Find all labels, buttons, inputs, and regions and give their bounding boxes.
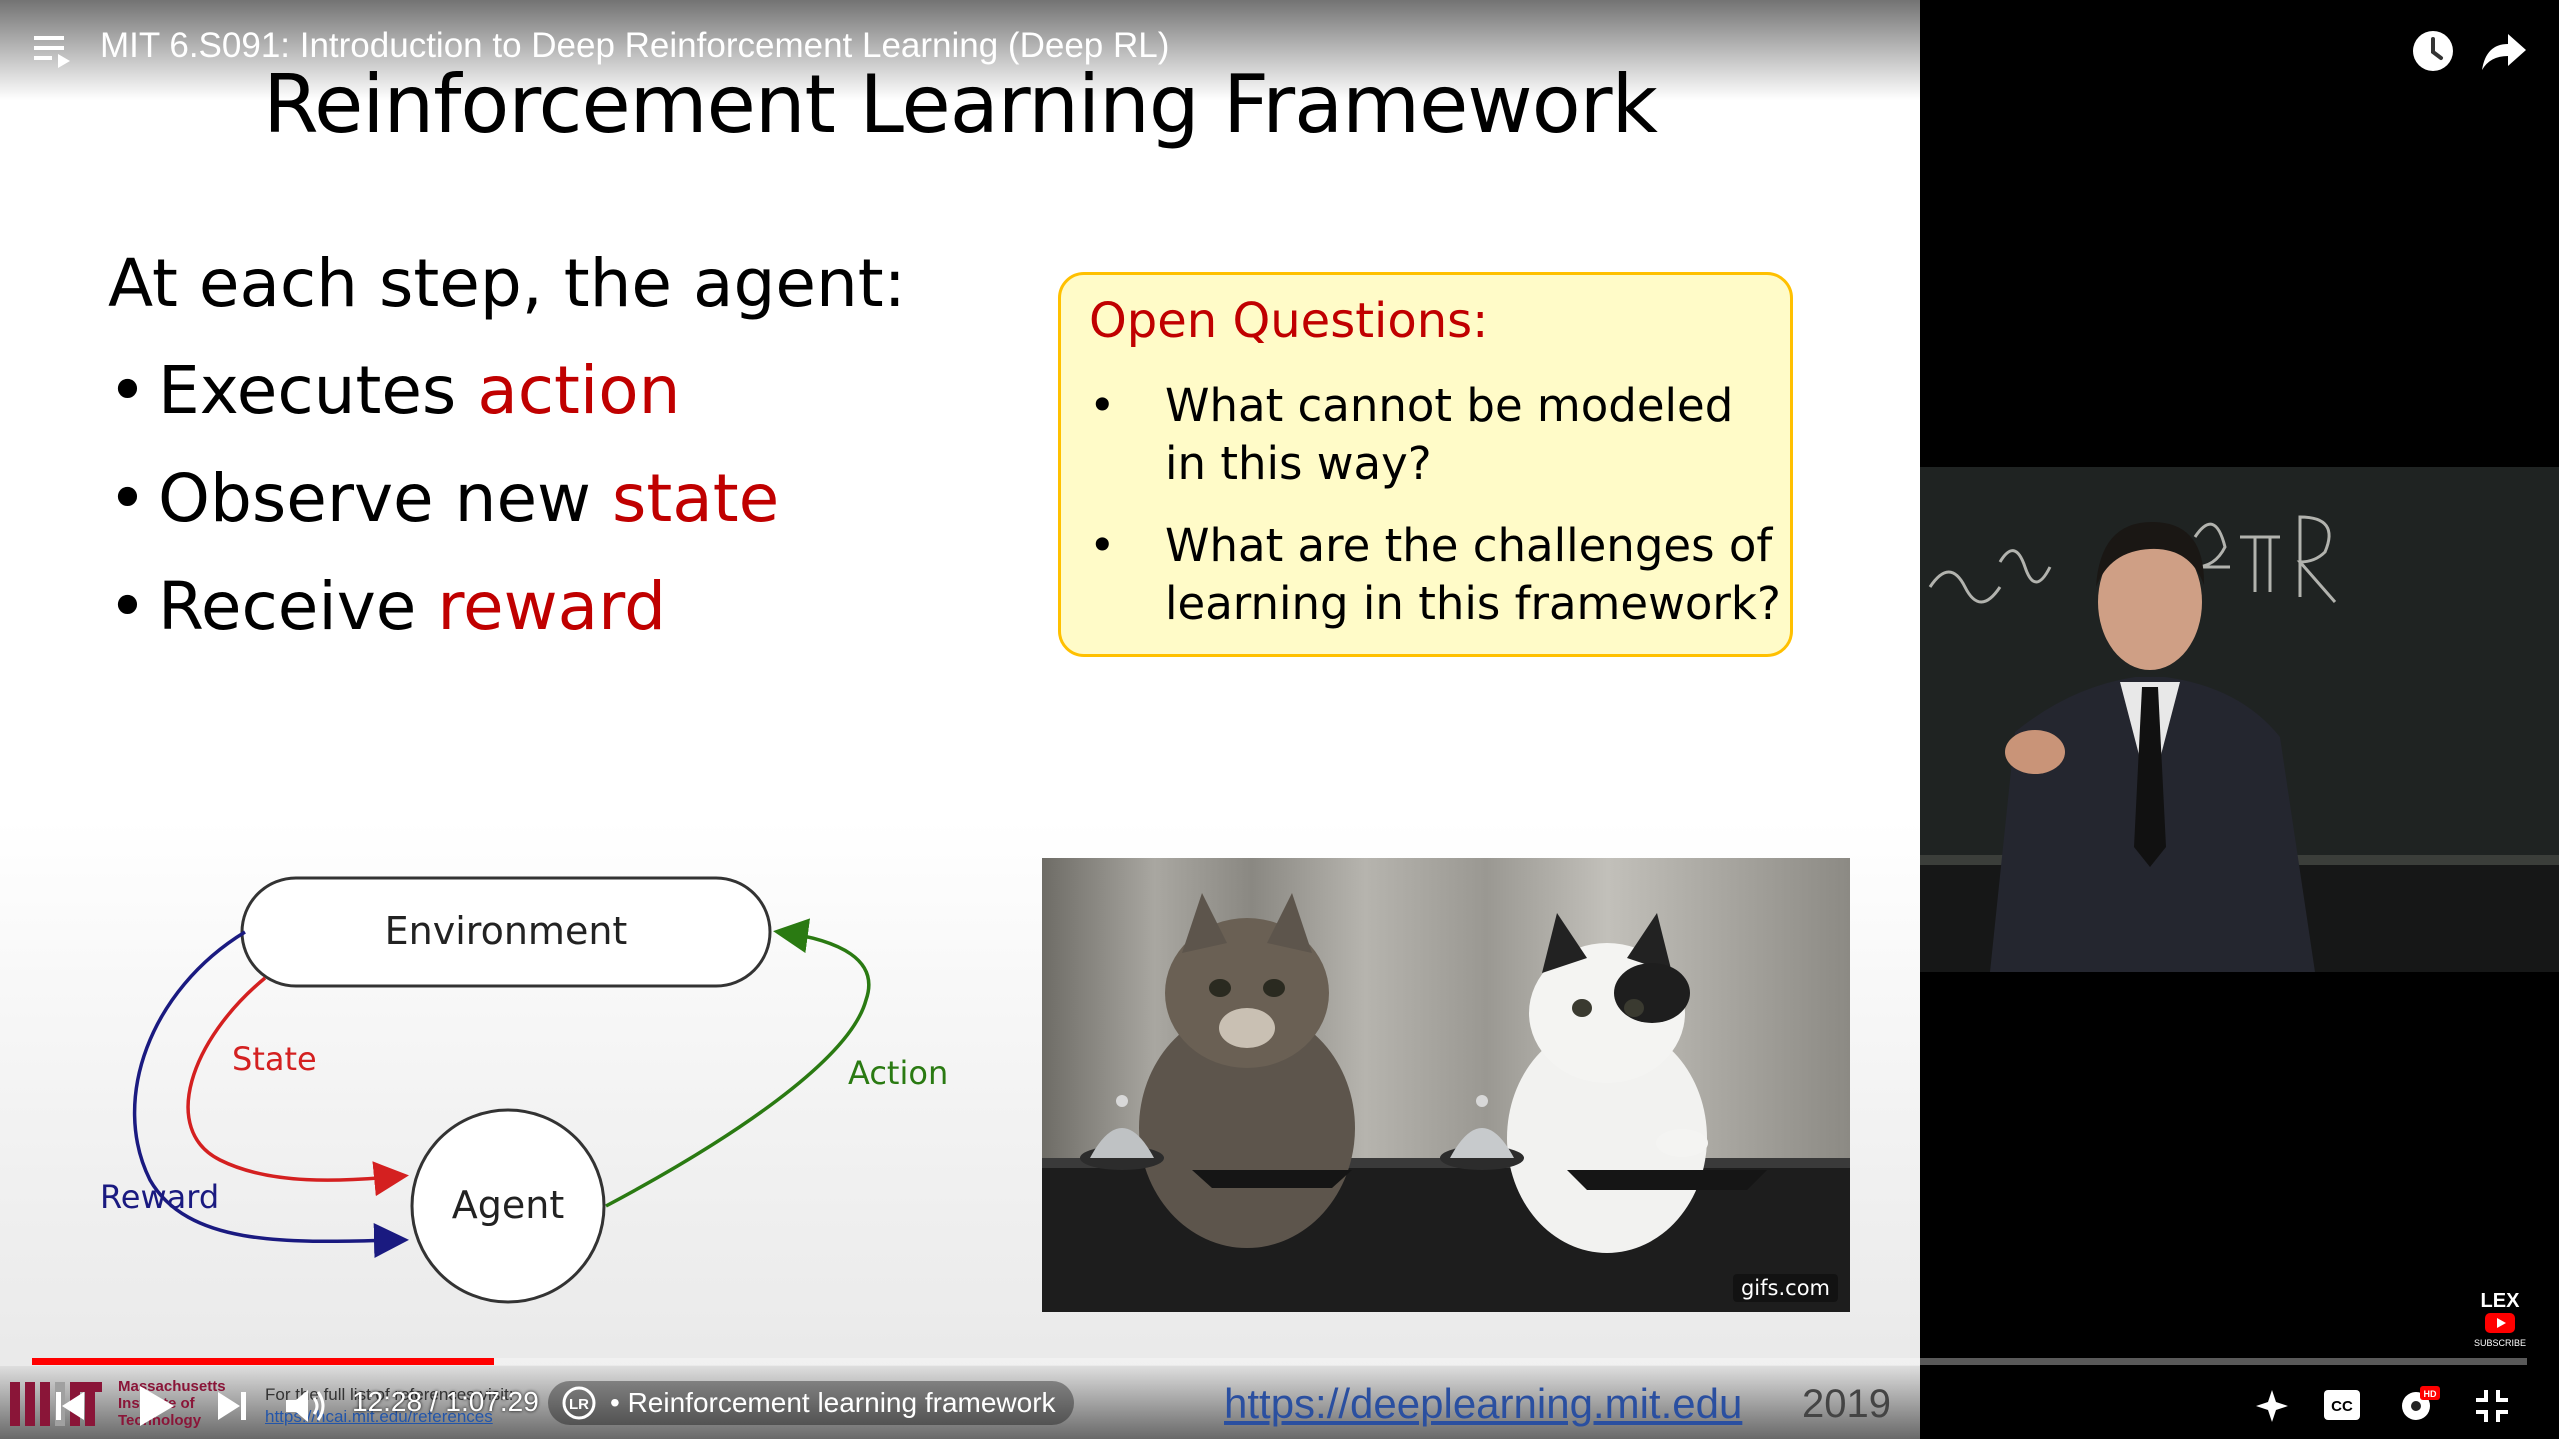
state-arrow bbox=[186, 976, 409, 1197]
bullet-highlight: state bbox=[612, 460, 780, 537]
course-year: 2019 bbox=[1802, 1382, 1891, 1426]
chapter-button[interactable]: LR • Reinforcement learning framework bbox=[548, 1381, 1074, 1425]
open-questions-title: Open Questions: bbox=[1089, 293, 1489, 349]
bullet-action: • Executes action bbox=[108, 352, 681, 429]
svg-text:HD: HD bbox=[2424, 1389, 2437, 1399]
state-label: State bbox=[232, 1040, 317, 1078]
bullet-highlight: action bbox=[477, 352, 681, 429]
youtube-icon bbox=[2485, 1313, 2515, 1333]
player-top-bar: MIT 6.S091: Introduction to Deep Reinfor… bbox=[0, 0, 2559, 100]
bullet-state: • Observe new state bbox=[108, 460, 780, 537]
channel-name: LEX bbox=[2480, 1290, 2520, 1312]
share-icon[interactable] bbox=[2480, 28, 2528, 74]
rl-loop-diagram: Environment Agent State Reward Action bbox=[100, 876, 948, 1304]
bullet-text: Observe new bbox=[158, 460, 613, 537]
settings-icon[interactable]: HD bbox=[2396, 1382, 2440, 1426]
svg-text:CC: CC bbox=[2331, 1398, 2353, 1415]
slide-intro: At each step, the agent: bbox=[108, 245, 906, 322]
image-watermark: gifs.com bbox=[1732, 1274, 1838, 1302]
open-questions-box: Open Questions: • What cannot be modeled… bbox=[1058, 272, 1793, 657]
next-icon[interactable] bbox=[214, 1388, 250, 1424]
progress-played bbox=[32, 1358, 494, 1365]
lr-badge-icon: LR bbox=[562, 1386, 596, 1420]
slide: Reinforcement Learning Framework At each… bbox=[0, 0, 1920, 1439]
bullet-highlight: reward bbox=[437, 568, 666, 645]
subscribe-label: SUBSCRIBE bbox=[2473, 1338, 2526, 1348]
channel-watermark[interactable]: LEX SUBSCRIBE bbox=[2470, 1290, 2530, 1348]
playlist-icon[interactable] bbox=[34, 34, 74, 68]
question-text: What are the challenges of learning in t… bbox=[1165, 519, 1781, 630]
time-display: 12:28 / 1:07:29 bbox=[352, 1386, 539, 1417]
cats-photo: gifs.com bbox=[1042, 858, 1850, 1312]
volume-icon[interactable] bbox=[284, 1386, 328, 1426]
cats-illustration bbox=[1042, 893, 1850, 1312]
progress-bar[interactable] bbox=[32, 1358, 2527, 1365]
chapter-label: • Reinforcement learning framework bbox=[610, 1387, 1056, 1418]
sparkle-icon[interactable] bbox=[2252, 1386, 2292, 1426]
bullet-text: Receive bbox=[158, 568, 438, 645]
clock-icon[interactable] bbox=[2410, 28, 2456, 74]
svg-text:LR: LR bbox=[569, 1396, 589, 1413]
course-url[interactable]: https://deeplearning.mit.edu bbox=[1224, 1380, 1742, 1428]
exit-fullscreen-icon[interactable] bbox=[2472, 1386, 2512, 1426]
action-label: Action bbox=[848, 1054, 948, 1092]
captions-icon[interactable]: CC bbox=[2322, 1388, 2362, 1422]
bullet-reward: • Receive reward bbox=[108, 568, 666, 645]
speaker-video bbox=[1920, 467, 2559, 972]
environment-label: Environment bbox=[385, 909, 628, 953]
question-text: What cannot be modeled in this way? bbox=[1165, 379, 1734, 490]
agent-label: Agent bbox=[452, 1183, 564, 1227]
video-title[interactable]: MIT 6.S091: Introduction to Deep Reinfor… bbox=[100, 26, 1169, 66]
previous-icon[interactable] bbox=[52, 1388, 88, 1424]
lecturer-illustration bbox=[1920, 467, 2559, 972]
reward-label: Reward bbox=[100, 1178, 219, 1216]
bullet-text: Executes bbox=[158, 352, 478, 429]
play-icon[interactable] bbox=[136, 1384, 176, 1428]
